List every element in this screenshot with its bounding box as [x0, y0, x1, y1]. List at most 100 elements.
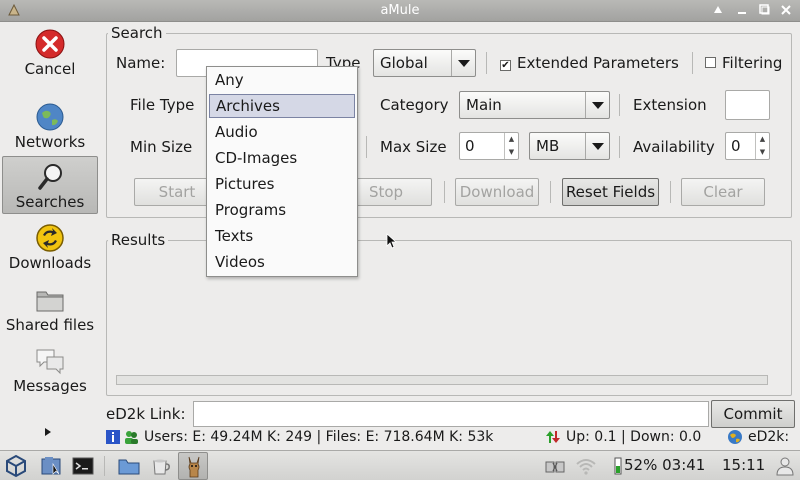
- sidebar-item-label: Cancel: [24, 60, 76, 78]
- category-label: Category: [380, 96, 449, 114]
- network-label: eD2k:: [748, 429, 790, 445]
- chevron-down-icon: [585, 133, 609, 159]
- checkbox-checked-icon: ✔: [500, 60, 511, 71]
- sidebar-scroll-arrow[interactable]: [44, 427, 52, 440]
- sidebar-item-networks[interactable]: Networks: [2, 97, 98, 155]
- folder-icon: [36, 291, 64, 312]
- network-status-icon: [728, 430, 742, 444]
- category-combo[interactable]: Main: [459, 91, 610, 119]
- max-size-unit-value: MB: [536, 137, 560, 155]
- sidebar-item-messages[interactable]: Messages: [2, 341, 98, 399]
- separator: [486, 52, 487, 74]
- max-size-unit-combo[interactable]: MB: [529, 132, 610, 160]
- dropdown-option-programs[interactable]: Programs: [209, 199, 355, 223]
- battery-icon: [614, 457, 622, 475]
- network-disconnected-icon[interactable]: [544, 455, 566, 477]
- clock[interactable]: 15:11: [722, 456, 765, 474]
- sidebar-item-cancel[interactable]: Cancel: [2, 24, 98, 82]
- dropdown-option-texts[interactable]: Texts: [209, 225, 355, 249]
- max-size-label: Max Size: [380, 138, 447, 156]
- search-group-title: Search: [108, 24, 166, 42]
- close-icon: [781, 5, 791, 15]
- maximize-icon: [758, 4, 769, 15]
- ed2k-link-input[interactable]: [193, 401, 709, 427]
- results-scrollbar[interactable]: [116, 375, 768, 385]
- commit-button[interactable]: Commit: [711, 400, 795, 428]
- extension-label: Extension: [633, 96, 707, 114]
- triangle-right-icon: [45, 428, 51, 436]
- filtering-checkbox[interactable]: Filtering: [705, 54, 782, 72]
- ed2k-link-label: eD2k Link:: [106, 405, 186, 423]
- extended-parameters-checkbox[interactable]: ✔ Extended Parameters: [500, 54, 679, 72]
- type-combo[interactable]: Global: [373, 49, 476, 77]
- downloads-icon: [36, 224, 64, 252]
- download-button[interactable]: Download: [455, 178, 539, 206]
- dropdown-option-any[interactable]: Any: [209, 69, 355, 93]
- separator: [670, 181, 671, 203]
- dropdown-option-pictures[interactable]: Pictures: [209, 173, 355, 197]
- min-size-label: Min Size: [130, 138, 193, 156]
- window-title: aMule: [380, 3, 420, 18]
- battery-status: 52% 03:41: [624, 456, 706, 474]
- sidebar-item-downloads[interactable]: Downloads: [2, 218, 98, 276]
- maximize-button[interactable]: [754, 2, 774, 20]
- start-menu-icon[interactable]: [4, 454, 28, 478]
- clear-button[interactable]: Clear: [681, 178, 765, 206]
- separator: [444, 181, 445, 203]
- minimize-button[interactable]: [732, 2, 752, 20]
- mouse-cursor-icon: [386, 233, 398, 249]
- taskbar: 52% 03:41 15:11: [0, 450, 800, 480]
- cancel-icon: [35, 29, 65, 59]
- wifi-icon[interactable]: [575, 455, 597, 477]
- file-type-dropdown-list[interactable]: Any Archives Audio CD-Images Pictures Pr…: [206, 66, 358, 277]
- chat-bubbles-icon: [36, 349, 64, 375]
- terminal-icon[interactable]: [72, 455, 94, 477]
- filtering-label: Filtering: [722, 54, 783, 72]
- folder-icon[interactable]: [118, 455, 140, 477]
- separator: [619, 136, 620, 158]
- users-files-stats: Users: E: 49.24M K: 249 | Files: E: 718.…: [144, 429, 494, 445]
- spin-up-icon[interactable]: ▲: [504, 133, 518, 146]
- info-icon[interactable]: [106, 430, 120, 444]
- minimize-icon: [738, 12, 746, 14]
- title-bar: aMule: [0, 0, 800, 22]
- extension-input[interactable]: [725, 90, 770, 120]
- sidebar-item-searches[interactable]: Searches: [2, 156, 98, 214]
- sidebar: Cancel Networks Searches Downloads Share…: [0, 22, 100, 450]
- spin-down-icon[interactable]: ▼: [755, 146, 769, 159]
- transfer-speeds: Up: 0.1 | Down: 0.0: [566, 429, 702, 445]
- taskbar-amule-button[interactable]: [178, 452, 208, 480]
- cup-icon[interactable]: [150, 455, 172, 477]
- separator: [366, 136, 367, 158]
- file-manager-icon[interactable]: [40, 455, 62, 477]
- file-type-label: File Type: [130, 96, 195, 114]
- sidebar-item-shared-files[interactable]: Shared files: [2, 280, 98, 338]
- spin-up-icon[interactable]: ▲: [755, 133, 769, 146]
- extended-parameters-label: Extended Parameters: [517, 54, 679, 72]
- close-button[interactable]: [776, 2, 796, 20]
- dropdown-option-cd-images[interactable]: CD-Images: [209, 147, 355, 171]
- dropdown-option-videos[interactable]: Videos: [209, 251, 355, 275]
- category-combo-value: Main: [466, 96, 502, 114]
- availability-spinner[interactable]: 0 ▲ ▼: [725, 132, 770, 160]
- separator: [619, 94, 620, 116]
- shade-button[interactable]: [708, 2, 728, 20]
- transfer-arrows-icon: [546, 431, 560, 443]
- dropdown-option-archives[interactable]: Archives: [209, 94, 355, 118]
- amule-mule-icon: [188, 456, 200, 478]
- chevron-down-icon: [585, 92, 609, 118]
- sidebar-item-label: Shared files: [5, 316, 95, 334]
- results-group-title: Results: [108, 231, 169, 249]
- magnifier-icon: [38, 164, 62, 190]
- dropdown-option-audio[interactable]: Audio: [209, 121, 355, 145]
- spin-down-icon[interactable]: ▼: [504, 146, 518, 159]
- max-size-spinner[interactable]: 0 ▲ ▼: [459, 132, 519, 160]
- sidebar-item-label: Searches: [15, 193, 85, 211]
- sidebar-item-label: Downloads: [8, 254, 92, 272]
- user-icon[interactable]: [774, 455, 796, 477]
- sidebar-item-label: Messages: [13, 377, 87, 395]
- separator: [692, 52, 693, 74]
- availability-value: 0: [731, 137, 741, 155]
- separator: [550, 181, 551, 203]
- reset-fields-button[interactable]: Reset Fields: [562, 178, 659, 206]
